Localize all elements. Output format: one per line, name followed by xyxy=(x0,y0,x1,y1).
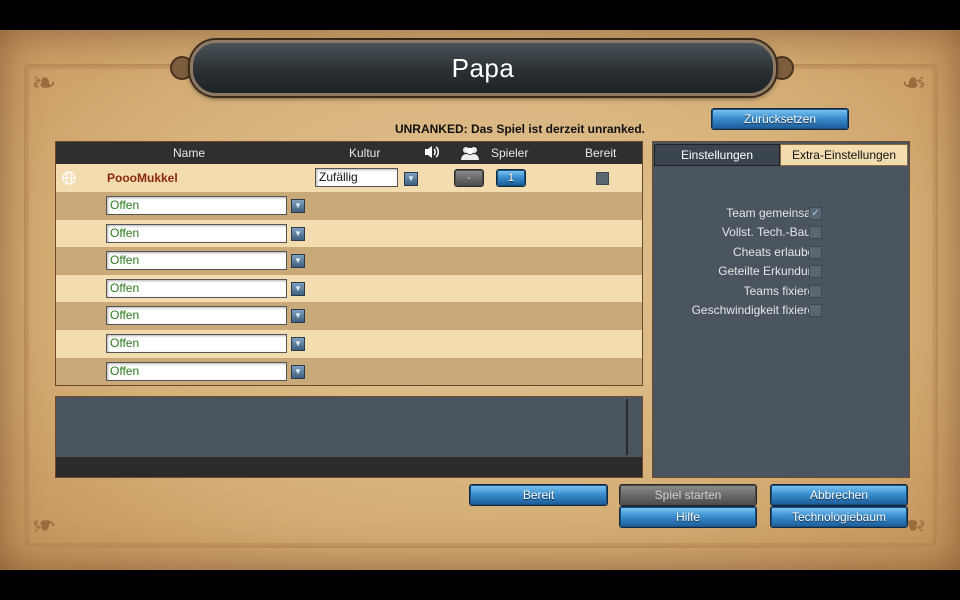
chevron-down-icon[interactable]: ▼ xyxy=(291,309,305,324)
start-game-button[interactable]: Spiel starten xyxy=(620,485,756,505)
cheats-checkbox[interactable] xyxy=(809,246,822,259)
slot-select[interactable]: Offen xyxy=(106,196,287,215)
corner-ornament-icon: ❧ xyxy=(31,67,57,100)
column-header-ready: Bereit xyxy=(585,146,617,160)
reset-button[interactable]: Zurücksetzen xyxy=(712,109,848,129)
ready-button[interactable]: Bereit xyxy=(470,485,607,505)
chevron-down-icon[interactable]: ▼ xyxy=(291,254,305,269)
option-label-full-tech-tree: Vollst. Tech.-Baum xyxy=(721,225,821,239)
slot-select[interactable]: Offen xyxy=(106,306,287,326)
lock-speed-checkbox[interactable] xyxy=(809,304,822,317)
chevron-down-icon[interactable]: ▼ xyxy=(291,281,305,296)
people-icon xyxy=(460,145,480,164)
column-header-players: Spieler xyxy=(491,146,529,160)
chevron-down-icon[interactable]: ▼ xyxy=(291,199,305,213)
table-row: Offen ▼ xyxy=(56,274,642,303)
players-table: Name Kultur Spieler Bereit PoooMukkel Zu… xyxy=(55,141,643,386)
table-row: Offen ▼ xyxy=(56,192,642,220)
culture-select[interactable]: Zufällig xyxy=(315,168,398,187)
chevron-down-icon[interactable]: ▼ xyxy=(291,226,305,241)
speaker-icon[interactable] xyxy=(423,144,441,163)
help-button[interactable]: Hilfe xyxy=(620,507,756,527)
slot-select[interactable]: Offen xyxy=(106,334,287,353)
slot-select[interactable]: Offen xyxy=(106,251,287,271)
slot-select[interactable]: Offen xyxy=(106,361,287,381)
table-row: Offen ▼ xyxy=(56,302,642,330)
column-header-name: Name xyxy=(173,146,206,160)
chevron-down-icon[interactable]: ▼ xyxy=(291,364,305,379)
cancel-button[interactable]: Abbrechen xyxy=(771,485,907,505)
team-select[interactable]: - xyxy=(455,170,483,186)
players-table-header: Name Kultur Spieler Bereit xyxy=(56,142,642,164)
corner-ornament-icon: ❧ xyxy=(901,67,927,100)
game-title: Papa xyxy=(190,40,776,96)
full-tech-tree-checkbox[interactable] xyxy=(809,226,822,239)
table-row-host: PoooMukkel Zufällig ▼ - 1 xyxy=(56,164,642,192)
table-row: Offen ▼ xyxy=(56,330,642,358)
option-label-shared-team: Team gemeinsam xyxy=(726,206,821,220)
chevron-down-icon[interactable]: ▼ xyxy=(291,337,305,351)
host-player-name: PoooMukkel xyxy=(107,171,178,185)
settings-panel: Einstellungen Extra-Einstellungen Team g… xyxy=(652,141,910,478)
player-number-button[interactable]: 1 xyxy=(497,170,525,186)
slot-select[interactable]: Offen xyxy=(106,278,287,298)
table-row: Offen ▼ xyxy=(56,219,642,248)
option-label-lock-speed: Geschwindigkeit fixieren xyxy=(691,303,821,317)
table-row: Offen ▼ xyxy=(56,357,642,386)
tech-tree-button[interactable]: Technologiebaum xyxy=(771,507,907,527)
chat-log[interactable] xyxy=(55,396,643,478)
corner-ornament-icon: ❧ xyxy=(31,508,57,541)
chat-input[interactable] xyxy=(56,457,642,477)
ranked-status-text: UNRANKED: Das Spiel ist derzeit unranked… xyxy=(394,122,646,136)
tab-extra-settings[interactable]: Extra-Einstellungen xyxy=(780,144,908,166)
option-label-cheats: Cheats erlauben xyxy=(732,245,821,259)
shared-team-checkbox[interactable]: ✓ xyxy=(809,207,822,220)
globe-icon xyxy=(62,171,76,190)
shared-exploration-checkbox[interactable] xyxy=(809,265,822,278)
chat-scrollbar[interactable] xyxy=(626,399,628,455)
tab-settings[interactable]: Einstellungen xyxy=(654,144,780,166)
option-label-shared-exploration: Geteilte Erkundung xyxy=(718,264,821,278)
slot-select[interactable]: Offen xyxy=(106,223,287,243)
table-row: Offen ▼ xyxy=(56,247,642,275)
column-header-culture: Kultur xyxy=(349,146,381,160)
chevron-down-icon[interactable]: ▼ xyxy=(404,172,418,186)
ready-checkbox[interactable] xyxy=(596,172,609,185)
lock-teams-checkbox[interactable] xyxy=(809,285,822,298)
